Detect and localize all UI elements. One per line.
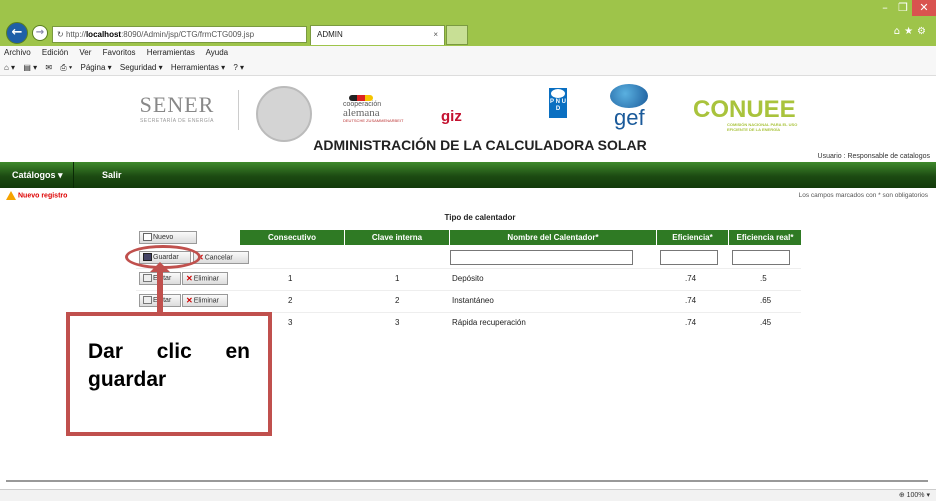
annotation-text: Dar clic en guardar: [88, 340, 250, 391]
menu-ver[interactable]: Ver: [79, 48, 91, 57]
table-title: Tipo de calentador: [444, 213, 516, 222]
menu-herramientas[interactable]: Herramientas: [147, 48, 195, 57]
col-eficiencia-real: Eficiencia real*: [729, 230, 801, 245]
required-fields-note: Los campos marcados con * son obligatori…: [798, 192, 928, 199]
col-eficiencia: Eficiencia*: [657, 230, 729, 245]
cell-consecutivo: 2: [288, 296, 293, 305]
cell-consecutivo: 3: [288, 318, 293, 327]
tab-label: ADMIN: [317, 30, 343, 39]
cell-eficiencia: .74: [685, 318, 697, 327]
cmd-pagina[interactable]: Página ▾: [81, 63, 112, 72]
menu-catalogos[interactable]: Catálogos ▾: [2, 162, 74, 188]
minimize-icon[interactable]: –: [876, 0, 894, 16]
cell-eficiencia: .74: [685, 296, 697, 305]
cmd-herramientas[interactable]: Herramientas ▾: [171, 63, 225, 72]
col-consecutivo: Consecutivo: [240, 230, 345, 245]
cell-nombre: Instantáneo: [452, 296, 494, 305]
conuee-logo: CONUEE COMISIÓN NACIONAL PARA EL USO EFI…: [693, 96, 798, 133]
edit-icon: [143, 296, 152, 305]
home-icon[interactable]: ⌂ ▾: [4, 63, 15, 72]
cell-eficiencia-real: .45: [760, 318, 772, 327]
cooperacion-alemana-logo: cooperación alemana DEUTSCHE ZUSAMMENARB…: [343, 95, 423, 123]
edit-icon: [143, 274, 152, 283]
page-title: ADMINISTRACIÓN DE LA CALCULADORA SOLAR: [313, 137, 647, 153]
menu-edicion[interactable]: Edición: [42, 48, 68, 57]
eficiencia-real-input[interactable]: [732, 250, 790, 265]
refresh-icon[interactable]: ↻: [57, 30, 66, 39]
un-emblem-icon: [551, 89, 565, 98]
tab-close-icon[interactable]: ×: [433, 26, 438, 44]
gef-logo: gef: [606, 84, 652, 129]
feeds-icon[interactable]: ▤ ▾: [23, 63, 37, 72]
col-nombre: Nombre del Calentador*: [450, 230, 657, 245]
browser-statusbar: ⊕ 100% ▾: [0, 489, 936, 501]
app-menu-bar: Catálogos ▾ Salir: [0, 162, 936, 188]
logo-divider: [238, 90, 239, 130]
zoom-control[interactable]: ⊕ 100% ▾: [899, 491, 930, 499]
undp-logo: P N U D: [549, 88, 567, 118]
cell-nombre: Rápida recuperación: [452, 318, 526, 327]
warning-icon: [6, 191, 16, 200]
restore-icon[interactable]: ❐: [894, 0, 912, 16]
cell-eficiencia-real: .65: [760, 296, 772, 305]
address-bar[interactable]: ↻ http://localhost:8090/Admin/jsp/CTG/fr…: [52, 26, 307, 43]
new-record-notice: Nuevo registro: [6, 191, 67, 200]
browser-menubar: Archivo Edición Ver Favoritos Herramient…: [0, 46, 936, 60]
print-icon[interactable]: ⎙ ▾: [60, 63, 72, 72]
cmd-seguridad[interactable]: Seguridad ▾: [120, 63, 163, 72]
new-document-icon: [143, 233, 152, 242]
sener-logo: SENER SECRETARÍA DE ENERGÍA: [139, 92, 215, 124]
row-divider: [136, 268, 801, 269]
user-label: Usuario : Responsable de catalogos: [817, 153, 930, 160]
delete-button[interactable]: ✕Eliminar: [182, 294, 228, 307]
delete-button[interactable]: ✕Eliminar: [182, 272, 228, 285]
browser-navbar: ← → ↻ http://localhost:8090/Admin/jsp/CT…: [0, 20, 936, 46]
eficiencia-input[interactable]: [660, 250, 718, 265]
menu-ayuda[interactable]: Ayuda: [206, 48, 229, 57]
footer-divider: [6, 480, 928, 482]
menu-archivo[interactable]: Archivo: [4, 48, 31, 57]
delete-x-icon: ✕: [186, 274, 193, 283]
back-arrow-icon[interactable]: ←: [6, 22, 28, 44]
close-icon[interactable]: ✕: [912, 0, 936, 16]
home-favorites-settings-icons[interactable]: ⌂★⚙: [894, 26, 930, 37]
cell-eficiencia-real: .5: [760, 274, 767, 283]
browser-command-bar: ⌂ ▾ ▤ ▾ ✉ ⎙ ▾ Página ▾ Seguridad ▾ Herra…: [0, 60, 936, 76]
cell-clave: 1: [395, 274, 400, 283]
annotation-callout: Dar clic en guardar: [66, 312, 272, 436]
zoom-icon: ⊕: [898, 492, 907, 499]
annotation-arrow-head: [150, 262, 170, 272]
delete-x-icon: ✕: [186, 296, 193, 305]
mexico-seal-logo: [256, 86, 312, 142]
cell-nombre: Depósito: [452, 274, 484, 283]
cell-consecutivo: 1: [288, 274, 293, 283]
cancel-button[interactable]: ✕Cancelar: [193, 251, 249, 264]
menu-favoritos[interactable]: Favoritos: [103, 48, 136, 57]
mail-icon[interactable]: ✉: [45, 63, 52, 72]
annotation-arrow: [157, 268, 163, 312]
giz-logo: giz: [441, 108, 462, 125]
cell-eficiencia: .74: [685, 274, 697, 283]
forward-arrow-icon[interactable]: →: [32, 25, 48, 41]
row-divider: [136, 290, 801, 291]
new-tab-button[interactable]: [446, 25, 468, 45]
nombre-input[interactable]: [450, 250, 633, 265]
cell-clave: 2: [395, 296, 400, 305]
cell-clave: 3: [395, 318, 400, 327]
help-icon[interactable]: ? ▾: [233, 63, 244, 72]
menu-salir[interactable]: Salir: [92, 162, 132, 188]
tab-admin[interactable]: ADMIN ×: [310, 25, 445, 45]
col-clave-interna: Clave interna: [345, 230, 450, 245]
window-controls: – ❐ ✕: [876, 0, 936, 18]
new-button[interactable]: Nuevo: [139, 231, 197, 244]
